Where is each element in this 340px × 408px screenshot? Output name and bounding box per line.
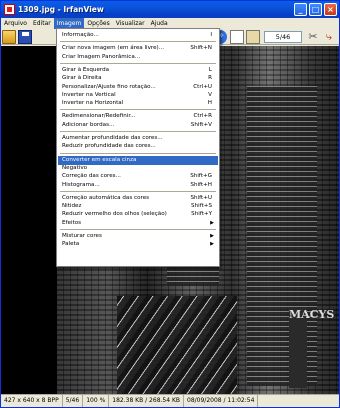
paste-icon[interactable] [246,30,260,44]
menu-item-label: Personalizar/Ajuste fino rotação... [62,83,156,90]
menu-item-label: Girar à Direita [62,75,102,82]
irfanview-window: 1309.jpg - IrfanView _ □ × Arquivo Edita… [0,0,340,408]
menu-item-shortcut: I [210,32,212,38]
status-index: 5/46 [63,395,84,407]
image-menu-dropdown: Informação... I Criar nova imagem (em área… [56,28,220,267]
menu-item-label: Efeitos [62,219,82,226]
menu-item-label: Nitidez [62,203,82,210]
maximize-button[interactable]: □ [309,3,322,16]
menu-item-label: Negativo [62,164,88,171]
menu-item-label: Correção automática das cores [62,194,150,201]
close-button[interactable]: × [324,3,337,16]
image-menu-item[interactable]: Adicionar bordas... Shift+V [58,121,218,130]
menu-item-label: Redimensionar/Redefinir... [62,113,136,120]
status-dimensions: 427 x 640 x 8 BPP [1,395,63,407]
image-menu-item[interactable]: Informação... I [58,31,218,40]
menu-item-label: Aumentar profundidade das cores... [62,135,163,141]
menu-separator [60,62,216,64]
menu-arquivo[interactable]: Arquivo [1,18,30,29]
status-zoom: 100 % [83,395,110,407]
menu-item-label: Criar nova imagem (em área livre)... [62,45,165,52]
exit-icon[interactable]: ⤷ [322,30,336,44]
page-counter: 5/46 [264,31,302,43]
menu-item-shortcut: Shift+H [190,181,212,188]
menu-item-label: Correção das cores... [62,173,121,180]
status-bar: 427 x 640 x 8 BPP 5/46 100 % 182.38 KB /… [1,394,339,407]
status-datetime: 08/09/2008 / 11:02:54 [184,395,259,407]
menu-item-label: Informação... [62,32,99,38]
image-menu-item[interactable]: Efeitos ▶ [58,219,218,228]
menu-item-label: Inverter na Vertical [62,91,116,98]
image-menu-item[interactable]: Inverter na Horizontal H [58,99,218,108]
image-menu-item[interactable]: Histograma... Shift+H [58,181,218,190]
submenu-arrow-icon: ▶ [210,241,214,248]
menu-separator [60,229,216,230]
menu-separator [60,109,216,111]
minimize-button[interactable]: _ [294,3,307,16]
menu-item-shortcut: H [207,100,212,107]
menu-separator [60,152,216,154]
menu-separator [60,131,216,132]
window-title: 1309.jpg - IrfanView [18,5,104,14]
title-bar[interactable]: 1309.jpg - IrfanView _ □ × [1,1,339,18]
menu-item-shortcut: Shift+V [190,121,212,128]
save-icon[interactable] [18,30,32,44]
irfanview-app-icon[interactable] [4,4,15,15]
macys-sign: MACYS [289,308,334,388]
menu-item-label: Histograma... [62,181,100,188]
open-folder-icon[interactable] [2,30,16,44]
submenu-arrow-icon: ▶ [210,219,214,226]
menu-item-label: Adicionar bordas... [62,121,115,128]
menu-editar[interactable]: Editar [30,18,54,29]
menu-item-label: Inverter na Horizontal [62,100,124,107]
image-menu-item[interactable]: Criar Imagem Panorâmica... [58,53,218,62]
menu-item-label: Reduzir vermelho dos olhos (seleção) [62,211,167,218]
menu-item-label: Criar Imagem Panorâmica... [62,53,141,60]
copy-icon[interactable] [230,30,244,44]
menu-item-label: Girar à Esquerda [62,66,110,73]
menu-item-label: Reduzir profundidade das cores... [62,143,156,150]
street [117,296,237,394]
menu-item-label: Paleta [62,241,80,248]
image-menu-item[interactable]: Reduzir profundidade das cores... [58,142,218,151]
menu-item-label: Converter em escala cinza [62,156,137,163]
status-size: 182.38 KB / 268.54 KB [109,395,185,407]
menu-item-label: Misturar cores [62,233,102,239]
menu-separator [60,41,216,43]
tools-icon[interactable]: ✂ [306,30,320,44]
menu-separator [60,190,216,192]
image-menu-item[interactable]: Paleta ▶ [58,240,218,249]
